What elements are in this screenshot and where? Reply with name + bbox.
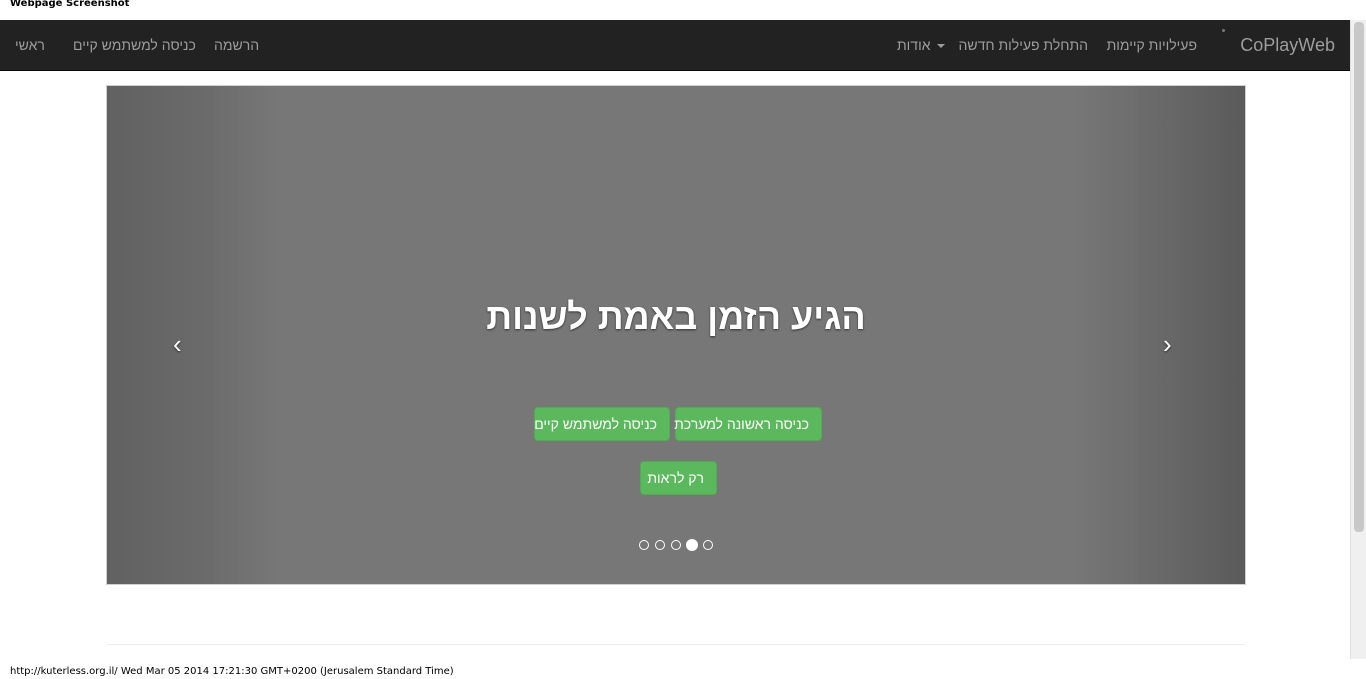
carousel-indicator-3[interactable] [671, 540, 681, 550]
chevron-down-icon [936, 44, 945, 49]
nav-item-login-existing[interactable]: כניסה למשתמש קיים [73, 20, 196, 70]
carousel-indicator-2[interactable] [655, 540, 665, 550]
just-browse-button[interactable]: רק לראות [640, 461, 717, 495]
scrollbar-thumb[interactable] [1354, 22, 1364, 532]
vertical-scrollbar[interactable] [1350, 20, 1366, 659]
carousel-indicators [639, 539, 719, 553]
nav-item-about-dropdown[interactable]: אודות [897, 20, 945, 70]
hero-headline: הגיע הזמן באמת לשנות [486, 296, 866, 337]
top-navbar: CoPlayWeb פעילויות קיימות התחלת פעילות ח… [0, 20, 1350, 71]
footer-url-timestamp: http://kuterless.org.il/ Wed Mar 05 2014… [10, 666, 454, 677]
carousel-indicator-4-active[interactable] [686, 539, 698, 551]
nav-item-register[interactable]: הרשמה [214, 20, 259, 70]
nav-item-new-activity[interactable]: התחלת פעילות חדשה [959, 20, 1088, 70]
carousel-indicator-5[interactable] [703, 540, 713, 550]
hero-carousel: ‹ › הגיע הזמן באמת לשנות כניסה ראשונה למ… [106, 85, 1246, 585]
brand-dot [1222, 29, 1225, 32]
nav-item-home[interactable]: ראשי [15, 20, 45, 70]
content-divider [106, 644, 1246, 645]
screenshot-label: Webpage Screenshot [10, 0, 130, 9]
nav-item-about-label: אודות [897, 37, 931, 53]
nav-item-existing-activities[interactable]: פעילויות קיימות [1107, 20, 1197, 70]
existing-user-login-button[interactable]: כניסה למשתמש קיים [534, 407, 670, 441]
carousel-indicator-1[interactable] [639, 540, 649, 550]
first-login-button[interactable]: כניסה ראשונה למערכת [674, 407, 822, 441]
brand-logo-link[interactable]: CoPlayWeb [1240, 20, 1335, 70]
